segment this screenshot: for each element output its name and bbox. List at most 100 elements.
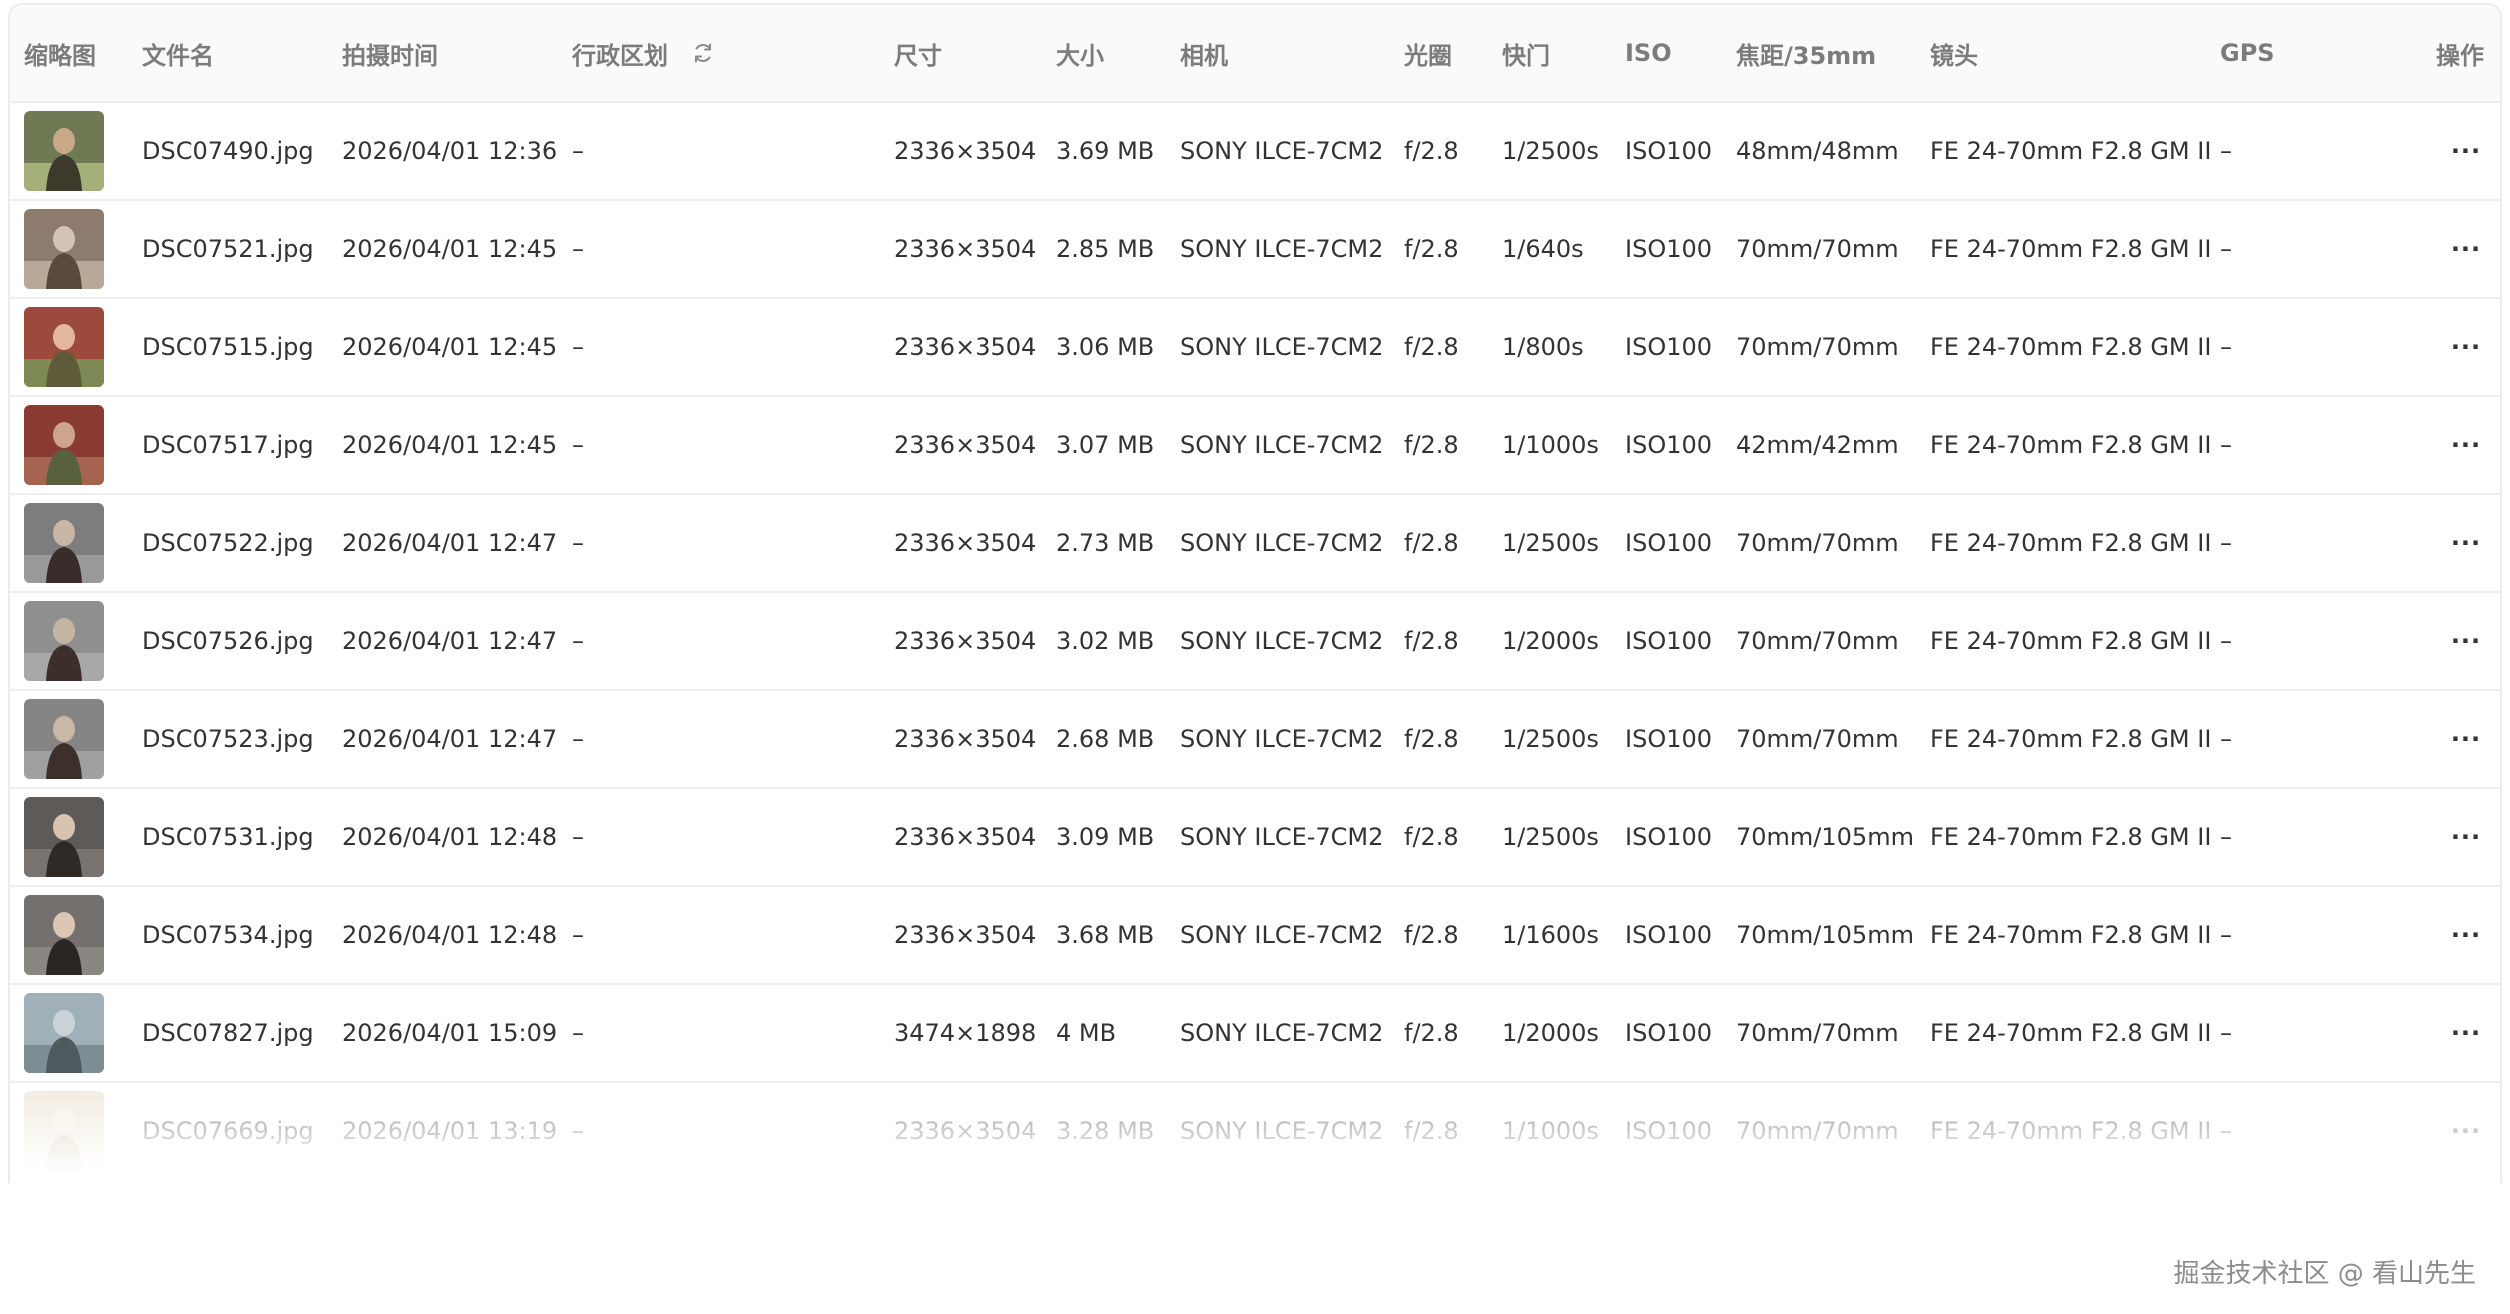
cell-gps: –: [2220, 627, 2232, 655]
cell-iso: ISO100: [1625, 725, 1713, 753]
more-horizontal-icon[interactable]: ···: [2446, 621, 2486, 661]
col-header-dims[interactable]: 尺寸: [894, 5, 942, 101]
cell-filename[interactable]: DSC07521.jpg: [142, 201, 314, 297]
cell-focal: 70mm/70mm: [1736, 725, 1899, 753]
cell-region: –: [572, 1117, 584, 1145]
table-header: 缩略图 文件名 拍摄时间 行政区划 尺寸 大小 相机 光圈 快门 ISO 焦距/…: [10, 5, 2500, 103]
table-row[interactable]: DSC07522.jpg 2026/04/01 12:47–2336×3504 2.…: [10, 495, 2500, 593]
cell-focal: 70mm/70mm: [1736, 1019, 1899, 1047]
cell-iso: ISO100: [1625, 1019, 1713, 1047]
photo-thumbnail[interactable]: [24, 111, 104, 191]
photo-thumbnail[interactable]: [24, 895, 104, 975]
table-row[interactable]: DSC07534.jpg 2026/04/01 12:48–2336×3504 3.…: [10, 887, 2500, 985]
cell-focal: 70mm/70mm: [1736, 235, 1899, 263]
cell-filename[interactable]: DSC07522.jpg: [142, 495, 314, 591]
cell-iso: ISO100: [1625, 921, 1713, 949]
actions-cell: ···: [2446, 593, 2486, 689]
actions-cell: ···: [2446, 495, 2486, 591]
col-header-camera[interactable]: 相机: [1180, 5, 1228, 101]
cell-size: 2.73 MB: [1056, 529, 1155, 557]
more-horizontal-icon[interactable]: ···: [2446, 719, 2486, 759]
photo-thumbnail[interactable]: [24, 601, 104, 681]
cell-filename[interactable]: DSC07669.jpg: [142, 1083, 314, 1179]
col-header-time[interactable]: 拍摄时间: [342, 5, 438, 101]
cell-shutter: 1/640s: [1502, 235, 1584, 263]
cell-time: 2026/04/01 12:47: [342, 529, 558, 557]
table-row[interactable]: DSC07521.jpg 2026/04/01 12:45–2336×3504 2.…: [10, 201, 2500, 299]
cell-focal: 48mm/48mm: [1736, 137, 1899, 165]
table-row[interactable]: DSC07669.jpg 2026/04/01 13:19–2336×3504 3.…: [10, 1083, 2500, 1181]
more-horizontal-icon[interactable]: ···: [2446, 229, 2486, 269]
cell-filename[interactable]: DSC07827.jpg: [142, 985, 314, 1081]
photo-thumbnail[interactable]: [24, 1091, 104, 1171]
photo-thumbnail[interactable]: [24, 993, 104, 1073]
cell-filename[interactable]: DSC07534.jpg: [142, 887, 314, 983]
cell-camera: SONY ILCE-7CM2: [1180, 431, 1384, 459]
cell-gps: –: [2220, 137, 2232, 165]
cell-lens: FE 24-70mm F2.8 GM II: [1930, 1019, 2212, 1047]
cell-gps: –: [2220, 1117, 2232, 1145]
cell-lens: FE 24-70mm F2.8 GM II: [1930, 921, 2212, 949]
cell-region: –: [572, 1019, 584, 1047]
cell-gps: –: [2220, 333, 2232, 361]
cell-size: 2.85 MB: [1056, 235, 1155, 263]
cell-region: –: [572, 725, 584, 753]
cell-camera: SONY ILCE-7CM2: [1180, 1117, 1384, 1145]
table-row[interactable]: DSC07515.jpg 2026/04/01 12:45–2336×3504 3.…: [10, 299, 2500, 397]
thumbnail-cell: [24, 593, 104, 689]
more-horizontal-icon[interactable]: ···: [2446, 425, 2486, 465]
cell-gps: –: [2220, 823, 2232, 851]
col-header-lens[interactable]: 镜头: [1930, 5, 1978, 101]
table-row[interactable]: DSC07523.jpg 2026/04/01 12:47–2336×3504 2.…: [10, 691, 2500, 789]
cell-dims: 2336×3504: [894, 529, 1037, 557]
cell-dims: 2336×3504: [894, 235, 1037, 263]
col-header-shutter[interactable]: 快门: [1502, 5, 1550, 101]
table-row[interactable]: DSC07490.jpg 2026/04/01 12:36–2336×3504 3.…: [10, 103, 2500, 201]
photo-thumbnail[interactable]: [24, 797, 104, 877]
more-horizontal-icon[interactable]: ···: [2446, 327, 2486, 367]
more-horizontal-icon[interactable]: ···: [2446, 915, 2486, 955]
actions-cell: ···: [2446, 397, 2486, 493]
cell-region: –: [572, 823, 584, 851]
cell-filename[interactable]: DSC07531.jpg: [142, 789, 314, 885]
more-horizontal-icon[interactable]: ···: [2446, 1013, 2486, 1053]
cell-aperture: f/2.8: [1404, 823, 1459, 851]
photo-thumbnail[interactable]: [24, 503, 104, 583]
cell-filename[interactable]: DSC07517.jpg: [142, 397, 314, 493]
actions-cell: ···: [2446, 789, 2486, 885]
refresh-icon[interactable]: [690, 40, 716, 66]
table-row[interactable]: DSC07531.jpg 2026/04/01 12:48–2336×3504 3.…: [10, 789, 2500, 887]
col-header-filename[interactable]: 文件名: [142, 5, 214, 101]
cell-iso: ISO100: [1625, 431, 1713, 459]
col-header-gps: GPS: [2220, 39, 2275, 67]
photo-thumbnail[interactable]: [24, 209, 104, 289]
cell-region: –: [572, 921, 584, 949]
cell-aperture: f/2.8: [1404, 529, 1459, 557]
cell-aperture: f/2.8: [1404, 333, 1459, 361]
table-row[interactable]: DSC07827.jpg 2026/04/01 15:09–3474×1898 4 …: [10, 985, 2500, 1083]
cell-filename[interactable]: DSC07526.jpg: [142, 593, 314, 689]
more-horizontal-icon[interactable]: ···: [2446, 131, 2486, 171]
photo-thumbnail[interactable]: [24, 307, 104, 387]
cell-filename[interactable]: DSC07515.jpg: [142, 299, 314, 395]
table-row[interactable]: DSC07517.jpg 2026/04/01 12:45–2336×3504 3.…: [10, 397, 2500, 495]
cell-focal: 70mm/105mm: [1736, 823, 1914, 851]
cell-shutter: 1/2500s: [1502, 725, 1599, 753]
cell-size: 3.02 MB: [1056, 627, 1155, 655]
more-horizontal-icon[interactable]: ···: [2446, 523, 2486, 563]
col-header-iso[interactable]: ISO: [1625, 5, 1672, 101]
col-header-size[interactable]: 大小: [1056, 5, 1104, 101]
cell-shutter: 1/2500s: [1502, 137, 1599, 165]
cell-iso: ISO100: [1625, 529, 1713, 557]
more-horizontal-icon[interactable]: ···: [2446, 1111, 2486, 1151]
photo-thumbnail[interactable]: [24, 405, 104, 485]
cell-aperture: f/2.8: [1404, 235, 1459, 263]
photo-thumbnail[interactable]: [24, 699, 104, 779]
table-row[interactable]: DSC07526.jpg 2026/04/01 12:47–2336×3504 3.…: [10, 593, 2500, 691]
cell-filename[interactable]: DSC07490.jpg: [142, 103, 314, 199]
col-header-focal[interactable]: 焦距/35mm: [1736, 5, 1876, 101]
cell-filename[interactable]: DSC07523.jpg: [142, 691, 314, 787]
cell-lens: FE 24-70mm F2.8 GM II: [1930, 235, 2212, 263]
col-header-aperture[interactable]: 光圈: [1404, 5, 1452, 101]
more-horizontal-icon[interactable]: ···: [2446, 817, 2486, 857]
